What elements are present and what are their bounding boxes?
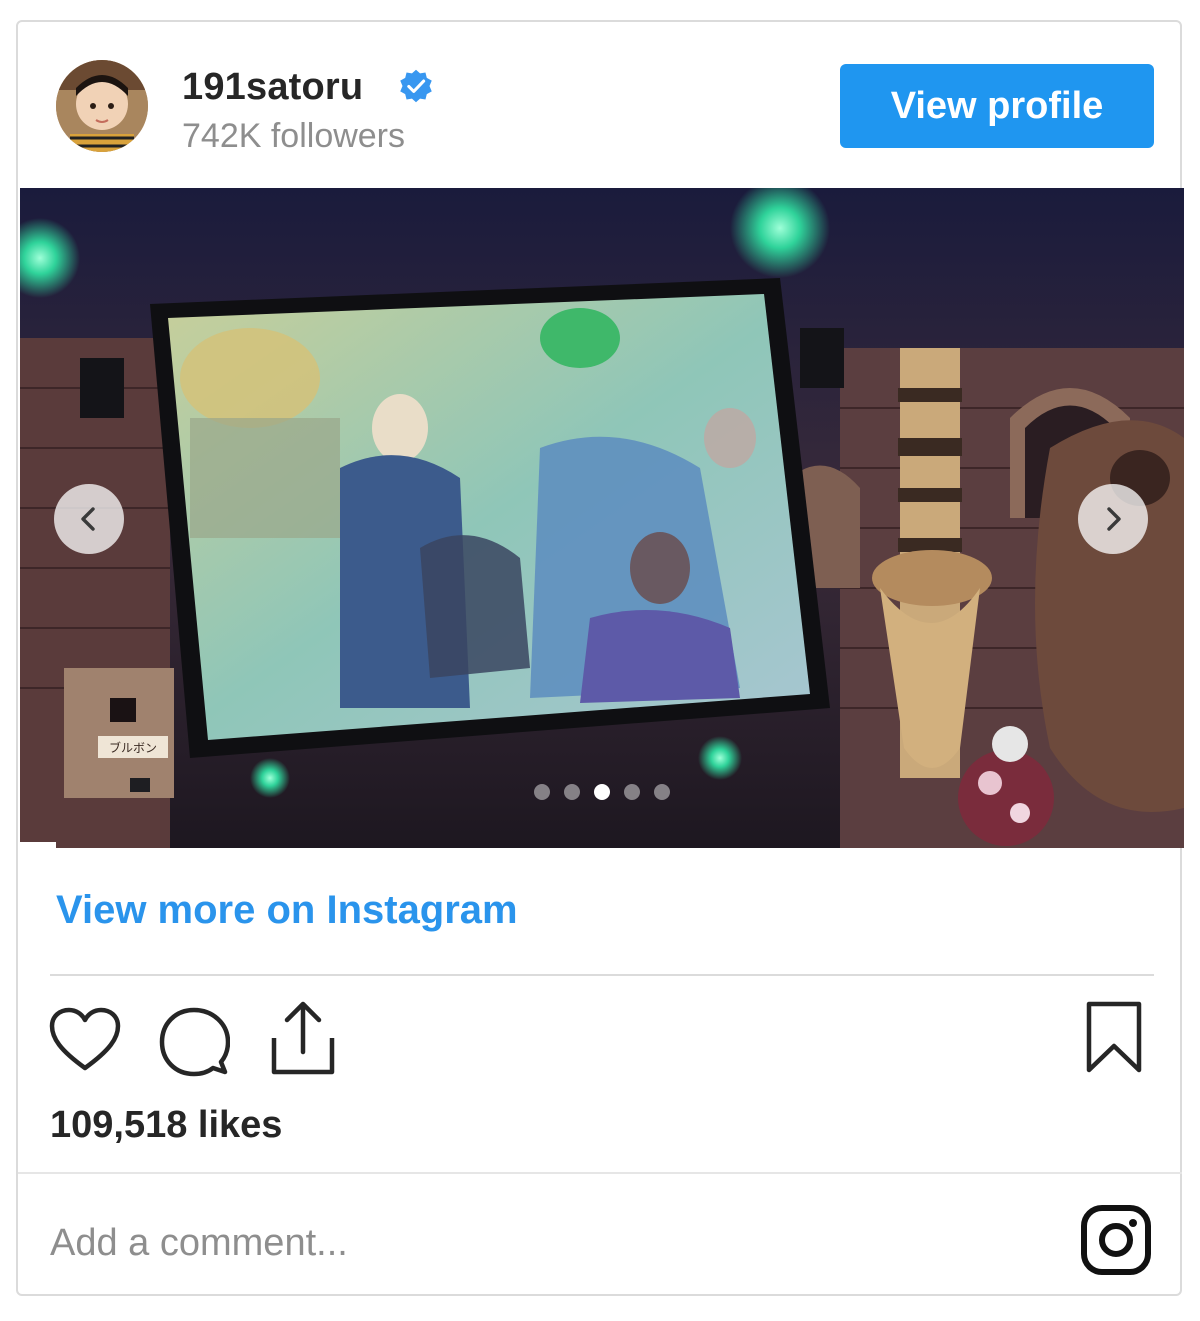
comment-icon[interactable] [158, 1006, 230, 1078]
view-profile-button[interactable]: View profile [840, 64, 1154, 148]
comment-input[interactable] [48, 1210, 1012, 1276]
carousel-next-button[interactable] [1078, 484, 1148, 554]
carousel-dot[interactable] [534, 784, 550, 800]
post-photo: ブルボン [20, 188, 1184, 848]
follower-count: 742K followers [182, 117, 406, 155]
heart-icon[interactable] [48, 1006, 122, 1074]
carousel-prev-button[interactable] [54, 484, 124, 554]
divider [18, 1172, 1182, 1174]
avatar[interactable] [56, 60, 148, 152]
carousel-dot[interactable] [654, 784, 670, 800]
bookmark-icon[interactable] [1084, 1000, 1144, 1076]
share-icon[interactable] [270, 1000, 336, 1076]
like-count: 109,518 likes [50, 1104, 283, 1146]
carousel-dot[interactable] [624, 784, 640, 800]
instagram-icon[interactable] [1080, 1204, 1152, 1276]
carousel-dot[interactable] [564, 784, 580, 800]
divider [50, 974, 1154, 976]
carousel-indicator [534, 784, 670, 800]
chevron-left-icon [81, 507, 95, 531]
chevron-right-icon [1107, 507, 1121, 531]
verified-badge-icon [400, 69, 432, 103]
post-media-carousel[interactable]: ブルボン [20, 188, 1184, 848]
instagram-embed-card: 191satoru 742K followers View profile ブル… [16, 20, 1184, 1296]
carousel-dot-active[interactable] [594, 784, 610, 800]
username[interactable]: 191satoru [182, 66, 363, 109]
sign-text: ブルボン [109, 740, 157, 755]
view-more-link[interactable]: View more on Instagram [56, 888, 518, 933]
